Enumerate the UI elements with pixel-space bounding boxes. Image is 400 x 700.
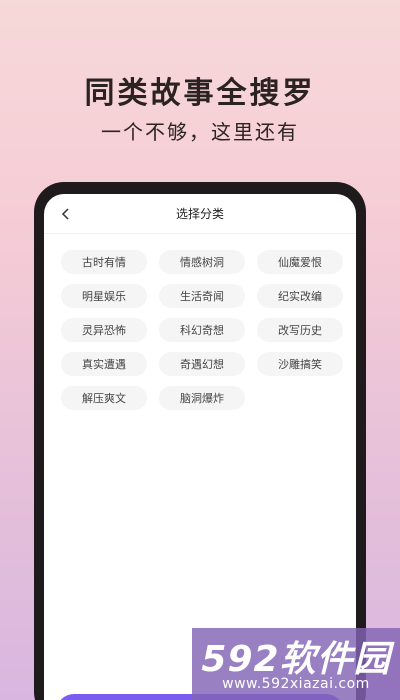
category-tag[interactable]: 奇遇幻想	[159, 352, 245, 376]
category-tag[interactable]: 仙魔爱恨	[257, 250, 343, 274]
category-tag[interactable]: 生活奇闻	[159, 284, 245, 308]
back-button[interactable]	[54, 202, 78, 226]
category-tag[interactable]: 科幻奇想	[159, 318, 245, 342]
category-tag[interactable]: 脑洞爆炸	[159, 386, 245, 410]
category-tag[interactable]: 沙雕搞笑	[257, 352, 343, 376]
top-bar: 选择分类	[44, 194, 356, 234]
promo-headline: 同类故事全搜罗	[84, 76, 316, 111]
category-tag[interactable]: 情感树洞	[159, 250, 245, 274]
category-tag[interactable]: 真实遭遇	[61, 352, 147, 376]
watermark-brand: 592软件园	[201, 639, 391, 680]
category-grid: 古时有情 情感树洞 仙魔爱恨 明星娱乐 生活奇闻 纪实改编 灵异恐怖 科幻奇想 …	[44, 234, 356, 410]
page-title: 选择分类	[175, 207, 224, 221]
chevron-left-icon	[61, 208, 69, 220]
watermark-logo: 592软件园 www.592xiazai.com	[192, 628, 400, 700]
phone-frame: 选择分类 古时有情 情感树洞 仙魔爱恨 明星娱乐 生活奇闻 纪实改编 灵异恐怖 …	[34, 182, 366, 700]
category-tag[interactable]: 纪实改编	[257, 284, 343, 308]
category-tag[interactable]: 解压爽文	[61, 386, 147, 410]
category-tag[interactable]: 明星娱乐	[61, 284, 147, 308]
watermark-url: www.592xiazai.com	[222, 676, 370, 692]
app-screen: 选择分类 古时有情 情感树洞 仙魔爱恨 明星娱乐 生活奇闻 纪实改编 灵异恐怖 …	[44, 194, 356, 700]
category-tag[interactable]: 改写历史	[257, 318, 343, 342]
promo-subline: 一个不够，这里还有	[101, 120, 299, 144]
category-tag[interactable]: 灵异恐怖	[61, 318, 147, 342]
category-tag[interactable]: 古时有情	[61, 250, 147, 274]
